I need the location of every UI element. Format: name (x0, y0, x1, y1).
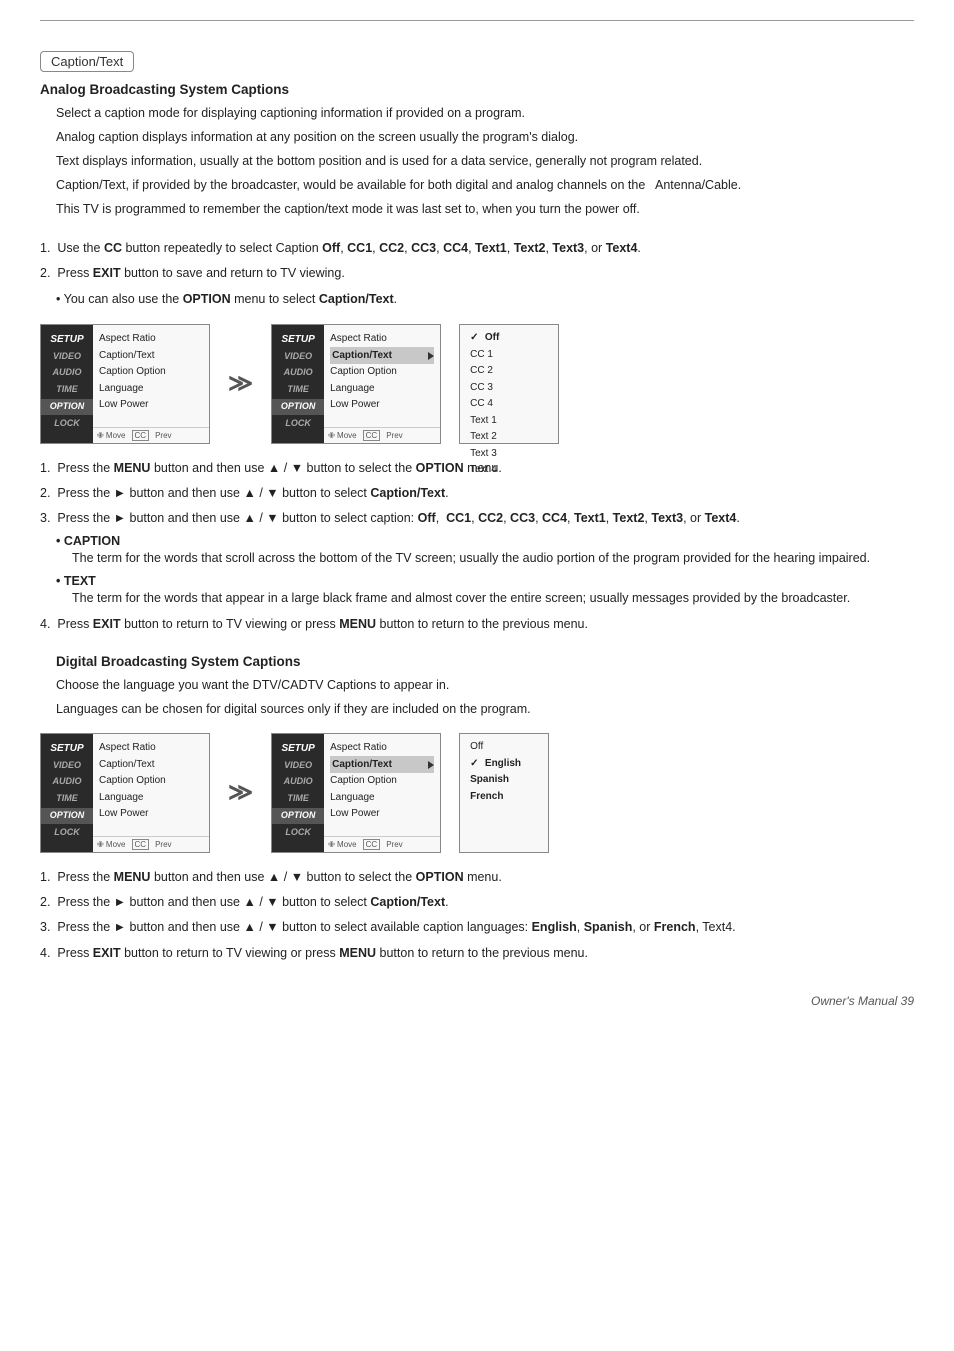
body-text-4: Caption/Text, if provided by the broadca… (56, 175, 914, 195)
page-footer: Owner's Manual 39 (40, 994, 914, 1008)
body-text-1: Select a caption mode for displaying cap… (56, 103, 914, 123)
submenu-box-1: ✓ Off CC 1 CC 2 CC 3 CC 4 Text 1 Text 2 … (459, 324, 559, 444)
arrow-2: ≫ (228, 778, 253, 807)
digital-heading: Digital Broadcasting System Captions (56, 654, 914, 669)
diagram-2: SETUP VIDEO AUDIO TIME OPTION LOCK Aspec… (40, 733, 914, 853)
diagram-1: SETUP VIDEO AUDIO TIME OPTION LOCK Aspec… (40, 324, 914, 444)
menu-box-right-1: SETUP VIDEO AUDIO TIME OPTION LOCK Aspec… (271, 324, 441, 444)
digital-body-1: Choose the language you want the DTV/CAD… (56, 675, 914, 695)
menu-box-left-1: SETUP VIDEO AUDIO TIME OPTION LOCK Aspec… (40, 324, 210, 444)
text-bullet-section: • TEXT The term for the words that appea… (56, 574, 914, 608)
submenu-box-2: Off ✓ English Spanish French (459, 733, 549, 853)
body-text-3: Text displays information, usually at th… (56, 151, 914, 171)
menu-box-left-2: SETUP VIDEO AUDIO TIME OPTION LOCK Aspec… (40, 733, 210, 853)
arrow-1: ≫ (228, 369, 253, 398)
digital-step-1: 1. Press the MENU button and then use ▲ … (40, 867, 914, 888)
step-1-analog: 1. Use the CC button repeatedly to selec… (40, 238, 914, 259)
bullet-option: • You can also use the OPTION menu to se… (56, 289, 914, 310)
body-text-5: This TV is programmed to remember the ca… (56, 199, 914, 219)
digital-body-2: Languages can be chosen for digital sour… (56, 699, 914, 719)
top-rule (40, 20, 914, 21)
digital-step-4: 4. Press EXIT button to return to TV vie… (40, 943, 914, 964)
step-4-analog: 4. Press EXIT button to return to TV vie… (40, 614, 914, 635)
caption-bullet-section: • CAPTION The term for the words that sc… (56, 534, 914, 568)
option-step-1-3: 3. Press the ► button and then use ▲ / ▼… (40, 508, 914, 529)
step-2-analog: 2. Press EXIT button to save and return … (40, 263, 914, 284)
analog-heading: Analog Broadcasting System Captions (40, 82, 914, 97)
menu-box-right-2: SETUP VIDEO AUDIO TIME OPTION LOCK Aspec… (271, 733, 441, 853)
digital-step-2: 2. Press the ► button and then use ▲ / ▼… (40, 892, 914, 913)
caption-text-tab: Caption/Text (40, 51, 134, 72)
digital-step-3: 3. Press the ► button and then use ▲ / ▼… (40, 917, 914, 938)
option-step-1-2: 2. Press the ► button and then use ▲ / ▼… (40, 483, 914, 504)
body-text-2: Analog caption displays information at a… (56, 127, 914, 147)
